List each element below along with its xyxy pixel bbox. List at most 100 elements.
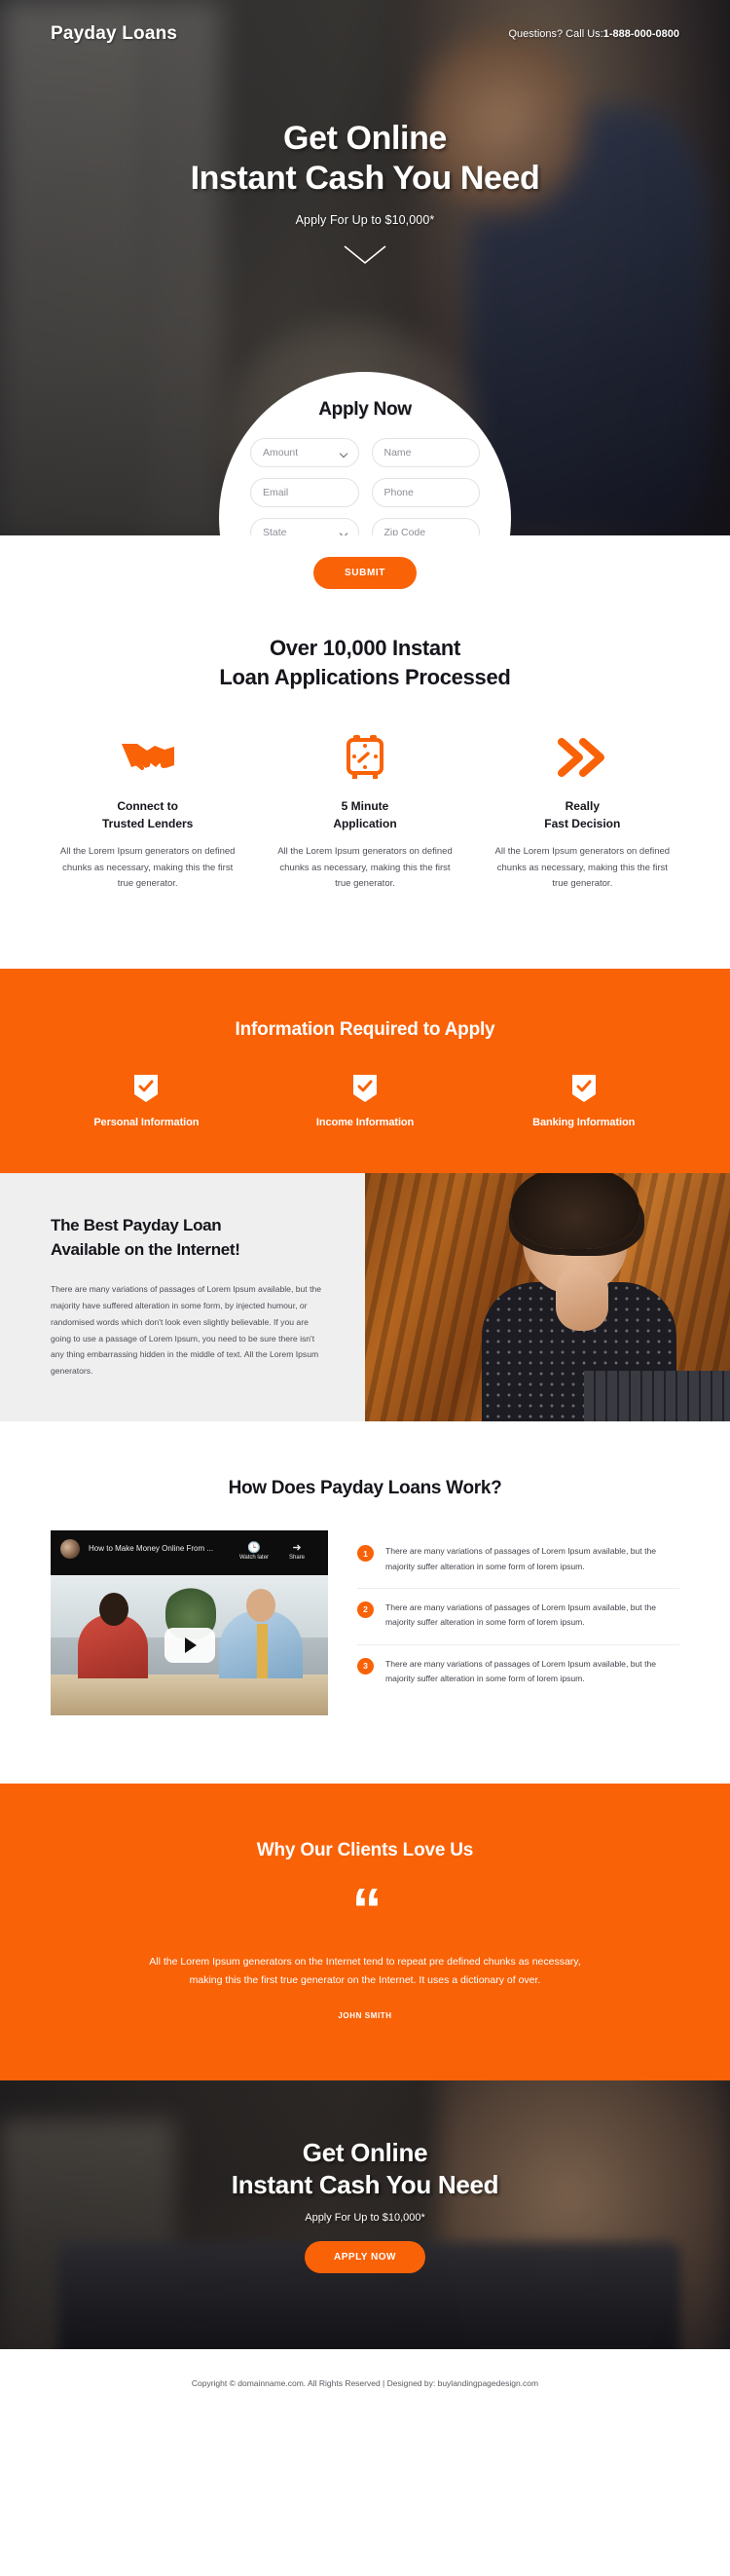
feature-item: 5 Minute Application All the Lorem Ipsum… <box>256 730 473 893</box>
phone-input[interactable]: Phone <box>371 478 480 507</box>
bottom-cta-content: Get Online Instant Cash You Need Apply F… <box>0 2080 730 2274</box>
hero-subtitle: Apply For Up to $10,000* <box>295 212 435 227</box>
apply-form-wrapper: Apply Now Amount Name Email Phone State … <box>219 372 511 535</box>
photo-laptop <box>584 1371 730 1422</box>
feature-text: All the Lorem Ipsum generators on define… <box>277 846 453 890</box>
hero-bg-shape <box>144 0 222 535</box>
zip-input-label: Zip Code <box>383 527 426 535</box>
chevron-down-icon[interactable] <box>343 244 387 266</box>
share-arrow-icon: ➜ <box>292 1542 302 1555</box>
hero-title-line2: Instant Cash You Need <box>190 160 540 198</box>
thumbnail-tie <box>257 1624 268 1679</box>
form-fields: Amount Name Email Phone State Zip Code <box>250 438 480 535</box>
header-phone-label: Questions? Call Us: <box>508 28 603 40</box>
info-required-item: Income Information <box>256 1074 475 1128</box>
photo-person-hand <box>556 1267 608 1332</box>
testimonial-author: JOHN SMITH <box>338 2011 392 2021</box>
hero-title: Get Online Instant Cash You Need <box>0 119 730 200</box>
footer-copyright: Copyright © domainname.com. All Rights R… <box>191 2378 539 2389</box>
apply-now-button[interactable]: APPLY NOW <box>305 2241 425 2274</box>
how-step-text: There are many variations of passages of… <box>385 1601 657 1628</box>
best-payday-text: There are many variations of passages of… <box>51 1284 322 1377</box>
state-select-label: State <box>263 527 287 535</box>
hero-title-line1: Get Online <box>283 120 447 157</box>
thumbnail-desk <box>51 1674 328 1716</box>
thumbnail-person-left-head <box>99 1593 128 1627</box>
info-required-item: Banking Information <box>474 1074 693 1128</box>
bottom-cta-subtitle: Apply For Up to $10,000* <box>305 2212 425 2225</box>
features-list: Connect to Trusted Lenders All the Lorem… <box>0 730 730 893</box>
best-payday-title: The Best Payday Loan Available on the In… <box>51 1214 326 1262</box>
how-it-works-title: How Does Payday Loans Work? <box>228 1478 502 1499</box>
phone-input-label: Phone <box>383 487 414 498</box>
hero-copy: Get Online Instant Cash You Need Apply F… <box>0 119 730 266</box>
watch-later-label: Watch later <box>238 1555 270 1562</box>
feature-title-line2: Fast Decision <box>544 816 621 830</box>
email-input-label: Email <box>263 487 289 498</box>
footer: Copyright © domainname.com. All Rights R… <box>0 2349 730 2418</box>
how-step-number: 2 <box>357 1601 374 1618</box>
how-step-text: There are many variations of passages of… <box>385 1658 657 1684</box>
zip-input[interactable]: Zip Code <box>371 518 480 535</box>
submit-button[interactable]: SUBMIT <box>313 557 417 589</box>
shield-check-icon <box>133 1074 159 1103</box>
feature-text: All the Lorem Ipsum generators on define… <box>494 846 671 890</box>
top-bar: Payday Loans Questions? Call Us:1-888-00… <box>0 0 730 45</box>
info-required-section: Information Required to Apply Personal I… <box>0 969 730 1174</box>
apply-form-card: Apply Now Amount Name Email Phone State … <box>219 372 511 535</box>
features-section: Over 10,000 Instant Loan Applications Pr… <box>0 589 730 970</box>
how-step: 3 There are many variations of passages … <box>357 1645 679 1701</box>
hero-bg-shape <box>0 0 146 535</box>
state-select[interactable]: State <box>250 518 359 535</box>
watch-later-button[interactable]: 🕒 Watch later <box>233 1541 275 1561</box>
features-title-line2: Loan Applications Processed <box>219 664 511 689</box>
testimonial-quote: All the Lorem Ipsum generators on the In… <box>149 1955 581 1987</box>
header-phone[interactable]: Questions? Call Us:1-888-000-0800 <box>508 28 679 40</box>
video-player[interactable]: How to Make Money Online From ... 🕒 Watc… <box>51 1530 328 1716</box>
double-chevron-right-icon <box>490 730 675 785</box>
video-thumbnail <box>51 1575 328 1716</box>
video-title[interactable]: How to Make Money Online From ... <box>89 1544 233 1553</box>
share-button[interactable]: ➜ Share <box>275 1541 318 1561</box>
brand-logo[interactable]: Payday Loans <box>51 23 177 45</box>
info-required-label: Banking Information <box>532 1117 636 1129</box>
features-title-line1: Over 10,000 Instant <box>269 636 461 660</box>
feature-title-line2: Trusted Lenders <box>101 816 194 830</box>
best-payday-text-block: The Best Payday Loan Available on the In… <box>0 1173 365 1421</box>
features-title: Over 10,000 Instant Loan Applications Pr… <box>0 634 730 691</box>
bottom-cta-title-line2: Instant Cash You Need <box>231 2169 499 2199</box>
amount-select[interactable]: Amount <box>250 438 359 467</box>
info-required-item: Personal Information <box>37 1074 256 1128</box>
feature-title: Really Fast Decision <box>490 798 675 832</box>
best-payday-section: The Best Payday Loan Available on the In… <box>0 1173 730 1422</box>
landing-page: Payday Loans Questions? Call Us:1-888-00… <box>0 0 730 2418</box>
clock-icon: 🕒 <box>247 1542 261 1555</box>
email-input[interactable]: Email <box>250 478 359 507</box>
share-label: Share <box>288 1555 305 1562</box>
name-input[interactable]: Name <box>371 438 480 467</box>
how-it-works-steps: 1 There are many variations of passages … <box>357 1530 679 1715</box>
thumbnail-person-right-head <box>246 1589 275 1623</box>
bottom-cta-title: Get Online Instant Cash You Need <box>0 2137 730 2200</box>
alarm-clock-icon <box>272 730 457 785</box>
feature-item: Really Fast Decision All the Lorem Ipsum… <box>474 730 691 893</box>
feature-text: All the Lorem Ipsum generators on define… <box>59 846 236 890</box>
best-payday-title-line2: Available on the Internet! <box>51 1239 240 1259</box>
handshake-icon <box>55 730 240 785</box>
info-required-label: Income Information <box>315 1117 415 1129</box>
photo-person-hair <box>511 1173 639 1250</box>
feature-title-line1: Connect to <box>117 799 178 814</box>
feature-title-line1: 5 Minute <box>341 799 389 814</box>
video-channel-avatar <box>60 1539 80 1560</box>
feature-item: Connect to Trusted Lenders All the Lorem… <box>39 730 256 893</box>
feature-title: 5 Minute Application <box>272 798 457 832</box>
bottom-cta-section: Get Online Instant Cash You Need Apply F… <box>0 2080 730 2350</box>
form-title: Apply Now <box>318 399 412 420</box>
header-phone-number: 1-888-000-0800 <box>602 28 679 40</box>
play-icon[interactable] <box>164 1628 215 1664</box>
how-step: 2 There are many variations of passages … <box>357 1589 679 1645</box>
submit-row: SUBMIT <box>0 557 730 589</box>
amount-select-label: Amount <box>263 447 299 459</box>
bottom-cta-title-line1: Get Online <box>302 2138 428 2168</box>
how-step: 1 There are many variations of passages … <box>357 1532 679 1589</box>
